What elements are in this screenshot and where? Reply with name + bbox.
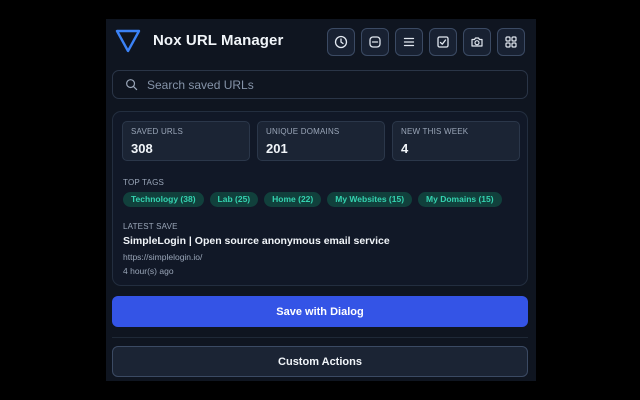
header: Nox URL Manager bbox=[106, 19, 536, 65]
stat-saved-urls: SAVED URLS 308 bbox=[122, 121, 250, 161]
tasks-button[interactable] bbox=[429, 28, 457, 56]
stat-value: 308 bbox=[131, 141, 153, 156]
history-button[interactable] bbox=[327, 28, 355, 56]
clock-icon bbox=[334, 35, 348, 49]
tag-chip[interactable]: My Websites (15) bbox=[327, 192, 413, 207]
search-icon bbox=[126, 79, 138, 91]
list-button[interactable] bbox=[395, 28, 423, 56]
summary-panel: SAVED URLS 308 UNIQUE DOMAINS 201 NEW TH… bbox=[112, 111, 528, 286]
tag-chip[interactable]: My Domains (15) bbox=[418, 192, 502, 207]
latest-save-label: LATEST SAVE bbox=[123, 222, 178, 231]
stat-unique-domains: UNIQUE DOMAINS 201 bbox=[257, 121, 385, 161]
tag-list: Technology (38) Lab (25) Home (22) My We… bbox=[123, 192, 502, 207]
app-title: Nox URL Manager bbox=[153, 32, 284, 49]
tag-chip[interactable]: Technology (38) bbox=[123, 192, 204, 207]
stat-label: SAVED URLS bbox=[131, 127, 184, 136]
search-input[interactable] bbox=[147, 77, 507, 92]
latest-save-time: 4 hour(s) ago bbox=[123, 266, 174, 276]
latest-save-title[interactable]: SimpleLogin | Open source anonymous emai… bbox=[123, 235, 390, 247]
save-with-dialog-button[interactable]: Save with Dialog bbox=[112, 296, 528, 327]
camera-icon bbox=[471, 37, 483, 47]
divider bbox=[112, 337, 528, 338]
app-logo-icon bbox=[115, 29, 141, 53]
stat-label: UNIQUE DOMAINS bbox=[266, 127, 340, 136]
grid-icon bbox=[505, 36, 517, 48]
stat-label: NEW THIS WEEK bbox=[401, 127, 469, 136]
top-tags-label: TOP TAGS bbox=[123, 178, 165, 187]
tag-chip[interactable]: Home (22) bbox=[264, 192, 322, 207]
latest-save-url[interactable]: https://simplelogin.io/ bbox=[123, 252, 202, 262]
list-icon bbox=[403, 37, 415, 47]
stats-row: SAVED URLS 308 UNIQUE DOMAINS 201 NEW TH… bbox=[122, 121, 520, 161]
stat-new-this-week: NEW THIS WEEK 4 bbox=[392, 121, 520, 161]
search-box bbox=[112, 70, 528, 99]
dashboard-button[interactable] bbox=[497, 28, 525, 56]
tag-chip[interactable]: Lab (25) bbox=[209, 192, 259, 207]
toolbar bbox=[327, 28, 525, 56]
collapse-button[interactable] bbox=[361, 28, 389, 56]
stat-value: 4 bbox=[401, 141, 409, 156]
popup-window: Nox URL Manager Search saved URLs SAVED … bbox=[106, 19, 536, 381]
stat-value: 201 bbox=[266, 141, 288, 156]
custom-actions-button[interactable]: Custom Actions bbox=[112, 346, 528, 377]
screenshot-button[interactable] bbox=[463, 28, 491, 56]
minus-box-icon bbox=[369, 36, 381, 48]
check-note-icon bbox=[437, 36, 449, 48]
